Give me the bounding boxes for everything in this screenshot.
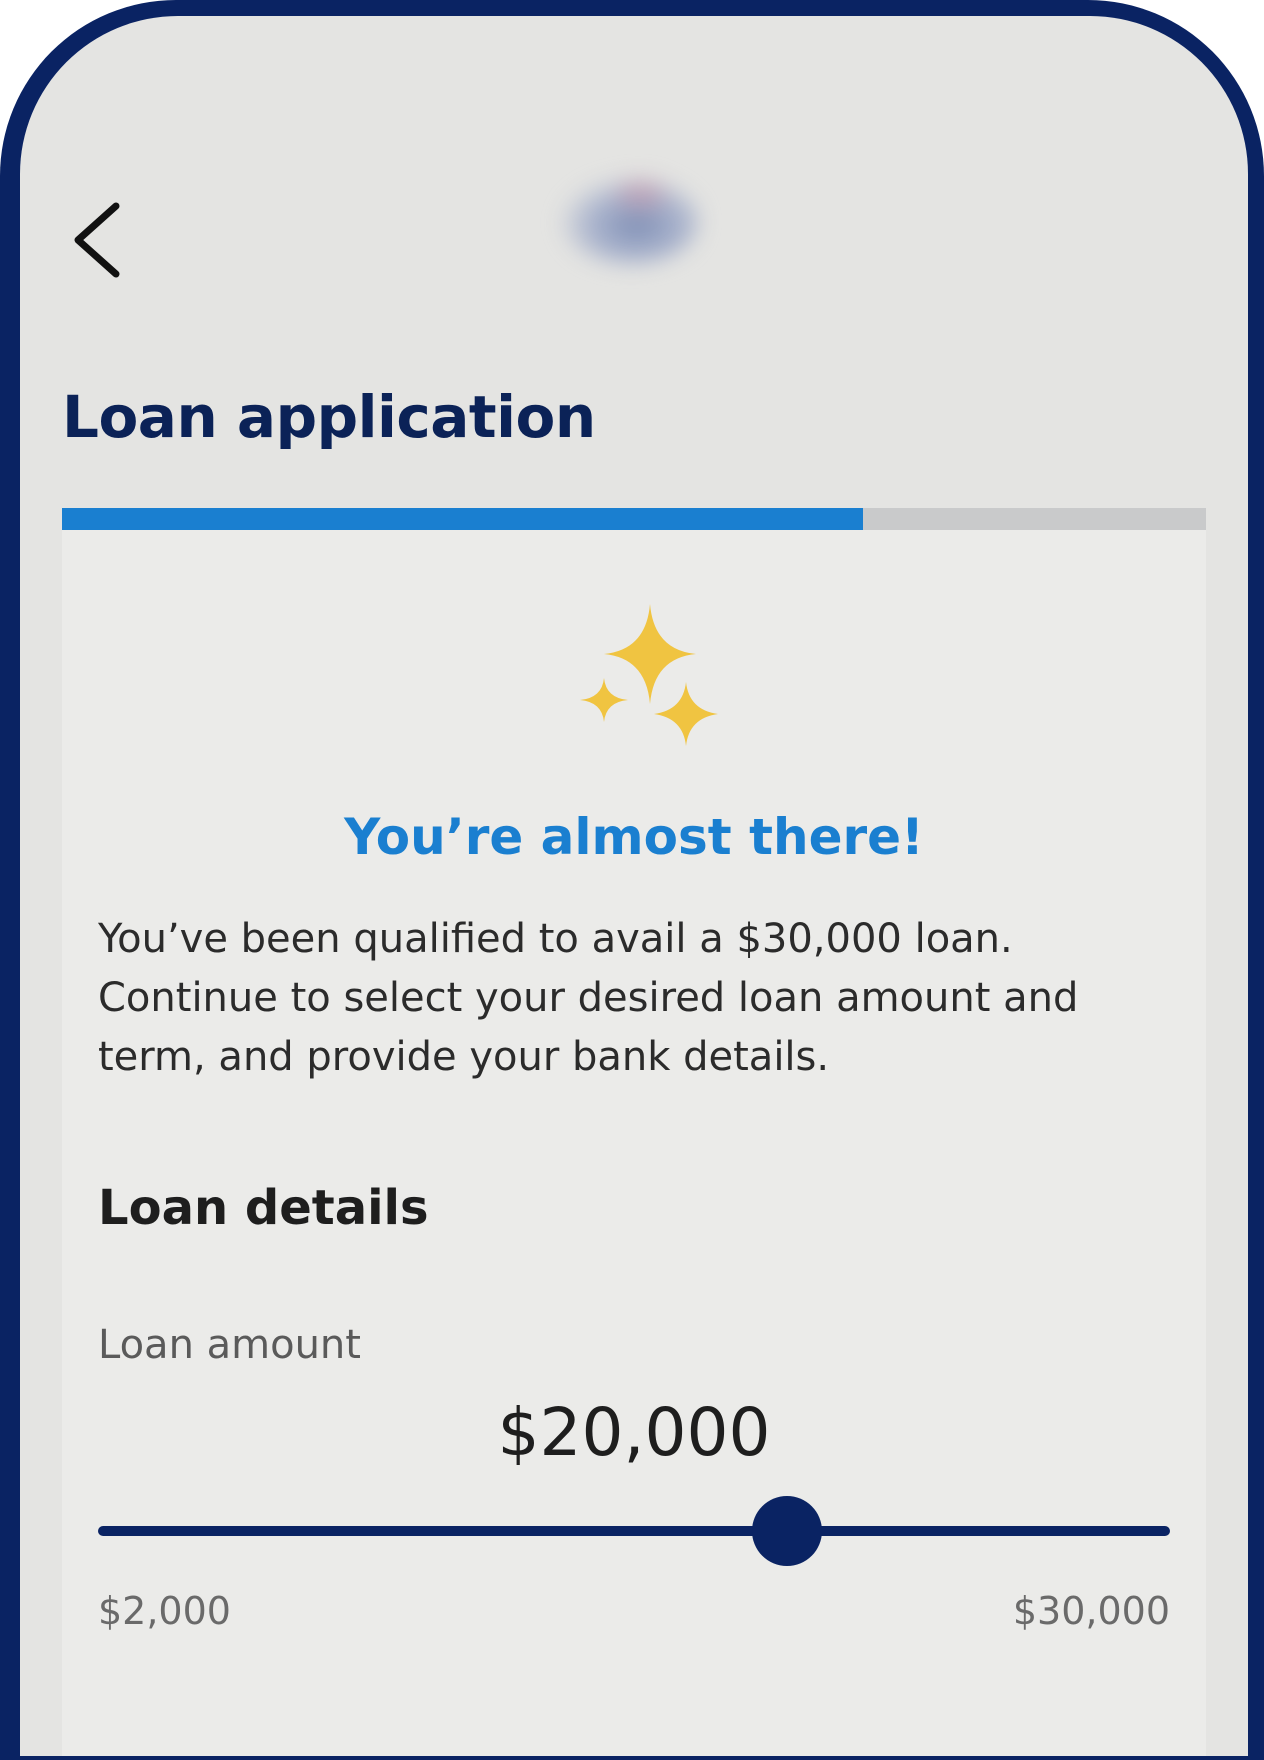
app-screen: Loan application You’re almost there! Yo… [20,16,1248,1756]
loan-amount-label: Loan amount [98,1322,361,1368]
phone-frame: Loan application You’re almost there! Yo… [0,0,1264,1760]
chevron-left-icon [74,202,120,278]
application-progress-bar [62,508,1206,530]
sparkles-icon [580,604,718,746]
back-button[interactable] [62,194,132,294]
qualification-message: You’ve been qualified to avail a $30,000… [98,916,1079,1080]
slider-min-label: $2,000 [98,1589,231,1633]
almost-there-heading: You’re almost there! [344,808,924,866]
application-progress-fill [62,508,863,530]
page-title: Loan application [62,383,596,451]
slider-track[interactable] [98,1526,1170,1536]
slider-max-label: $30,000 [1012,1589,1170,1633]
slider-thumb[interactable] [752,1496,823,1566]
loan-details-heading: Loan details [98,1180,429,1236]
loan-amount-slider[interactable] [98,1496,1170,1566]
loan-amount-value: $20,000 [497,1394,771,1471]
bank-logo [560,176,700,266]
content-card: You’re almost there! You’ve been qualifi… [62,530,1206,1756]
